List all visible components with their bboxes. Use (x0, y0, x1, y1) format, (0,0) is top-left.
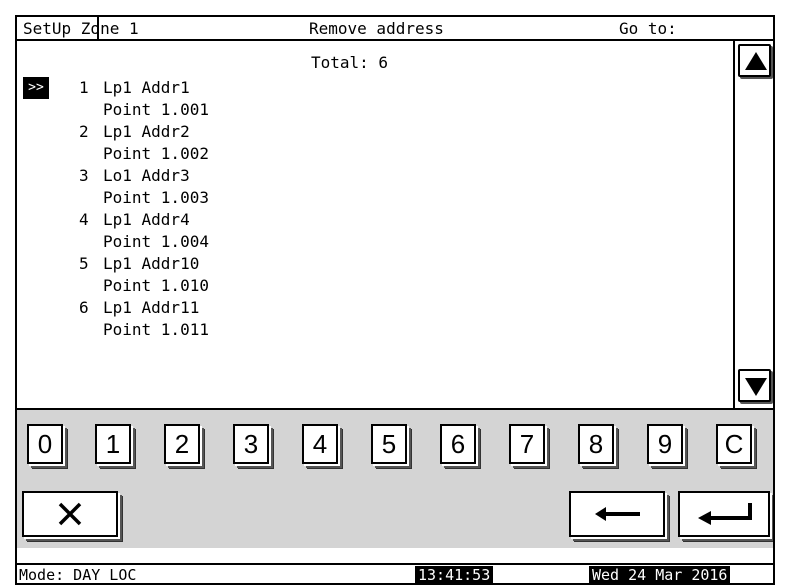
list-item-address[interactable]: Lo1 Addr3 (103, 165, 190, 187)
page-title: SetUp Zone 1 (23, 19, 139, 38)
list-item-number[interactable]: 2 (79, 121, 89, 143)
list-item-point[interactable]: Point 1.002 (103, 143, 209, 165)
clock-date: Wed 24 Mar 2016 (589, 566, 731, 583)
backspace-button[interactable] (569, 491, 665, 537)
list-item-number[interactable]: 4 (79, 209, 89, 231)
header-bar: SetUp Zone 1 Remove address Go to: (17, 17, 773, 41)
action-title: Remove address (309, 19, 444, 38)
list-item-address[interactable]: Lp1 Addr10 (103, 253, 199, 275)
panel-frame: SetUp Zone 1 Remove address Go to: Total… (15, 15, 775, 585)
list-item-address[interactable]: Lp1 Addr11 (103, 297, 199, 319)
status-bar: Mode: DAY LOC 13:41:53 Wed 24 Mar 2016 (17, 563, 773, 583)
key-6[interactable]: 6 (440, 424, 476, 464)
key-3[interactable]: 3 (233, 424, 269, 464)
key-7[interactable]: 7 (509, 424, 545, 464)
cancel-button[interactable] (22, 491, 118, 537)
key-2[interactable]: 2 (164, 424, 200, 464)
scroll-up-button[interactable] (738, 44, 771, 77)
list-item-point[interactable]: Point 1.001 (103, 99, 209, 121)
triangle-up-icon (745, 52, 767, 70)
header-divider (97, 17, 99, 39)
list-item-number[interactable]: 1 (79, 77, 89, 99)
list-item-number[interactable]: 5 (79, 253, 89, 275)
list-item-point[interactable]: Point 1.003 (103, 187, 209, 209)
clock-time: 13:41:53 (415, 566, 494, 583)
enter-return-icon (698, 503, 752, 525)
total-count: Total: 6 (311, 53, 389, 72)
scrollbar (733, 41, 773, 408)
list-item-point[interactable]: Point 1.004 (103, 231, 209, 253)
triangle-down-icon (745, 378, 767, 396)
list-item-point[interactable]: Point 1.010 (103, 275, 209, 297)
key-0[interactable]: 0 (27, 424, 63, 464)
key-8[interactable]: 8 (578, 424, 614, 464)
arrow-left-icon (595, 507, 640, 521)
key-1[interactable]: 1 (95, 424, 131, 464)
scroll-down-button[interactable] (738, 369, 771, 402)
close-x-icon (58, 502, 82, 526)
list-item-point[interactable]: Point 1.011 (103, 319, 209, 341)
key-5[interactable]: 5 (371, 424, 407, 464)
list-item-address[interactable]: Lp1 Addr1 (103, 77, 190, 99)
list-item-address[interactable]: Lp1 Addr2 (103, 121, 190, 143)
selection-cursor: >> (23, 77, 49, 99)
key-4[interactable]: 4 (302, 424, 338, 464)
keypad: 0 1 2 3 4 5 6 7 8 9 C (17, 408, 773, 548)
address-list: Total: 6 >> 1 Lp1 Addr1 Point 1.001 2 Lp… (17, 41, 733, 408)
key-9[interactable]: 9 (647, 424, 683, 464)
enter-button[interactable] (678, 491, 770, 537)
list-item-address[interactable]: Lp1 Addr4 (103, 209, 190, 231)
mode-status: Mode: DAY LOC (19, 566, 137, 584)
list-item-number[interactable]: 3 (79, 165, 89, 187)
list-item-number[interactable]: 6 (79, 297, 89, 319)
key-clear[interactable]: C (716, 424, 752, 464)
goto-label[interactable]: Go to: (619, 19, 677, 38)
